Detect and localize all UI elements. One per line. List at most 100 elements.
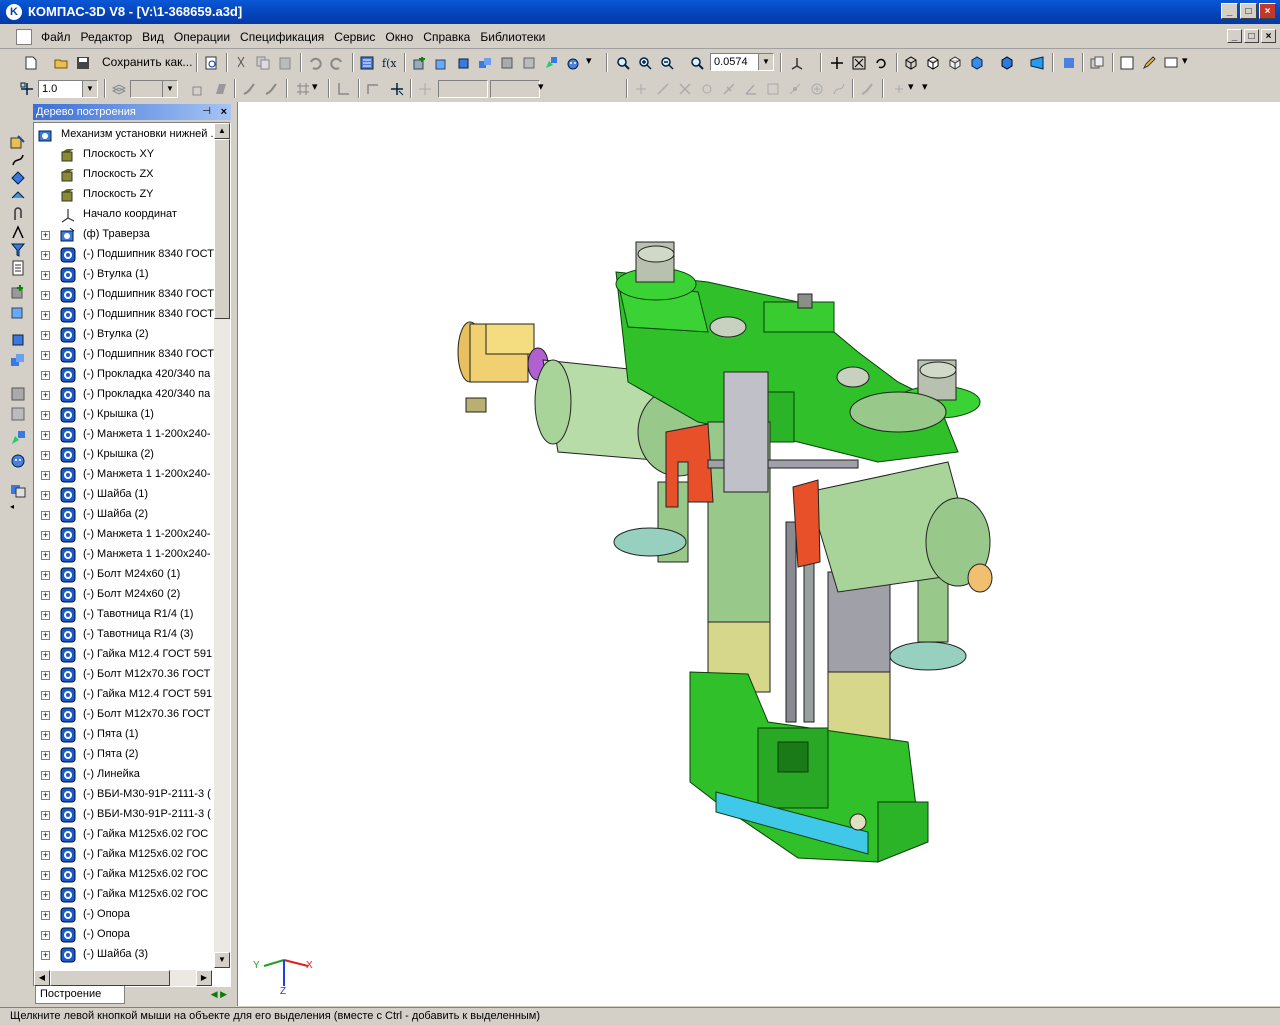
- tree-item[interactable]: + (-) Прокладка 420/340 па: [34, 385, 212, 405]
- save-disk-icon[interactable]: [74, 54, 92, 72]
- layer-icon[interactable]: [110, 80, 128, 98]
- tree-item[interactable]: + (-) Болт М12x70.36 ГОСТ: [34, 665, 212, 685]
- expand-plus-icon[interactable]: +: [41, 551, 50, 560]
- close-panel-icon[interactable]: ×: [221, 104, 227, 120]
- standard-product-icon[interactable]: [498, 54, 516, 72]
- snap-line-icon[interactable]: [654, 80, 672, 98]
- expand-plus-icon[interactable]: +: [41, 751, 50, 760]
- rotate-icon[interactable]: [872, 54, 890, 72]
- tree-item[interactable]: + (-) Крышка (2): [34, 445, 212, 465]
- shaded-view-icon[interactable]: [968, 54, 986, 72]
- mate-component-icon[interactable]: [10, 430, 26, 446]
- expand-plus-icon[interactable]: +: [41, 651, 50, 660]
- snap-normal-icon[interactable]: [720, 80, 738, 98]
- tree-item[interactable]: + (-) Пята (2): [34, 745, 212, 765]
- mate-icon[interactable]: [520, 54, 538, 72]
- zoom-scale-icon[interactable]: [688, 54, 706, 72]
- expand-plus-icon[interactable]: +: [41, 351, 50, 360]
- insert-component-icon[interactable]: [10, 304, 26, 320]
- tree-item[interactable]: + (-) Тавотница R1/4 (1): [34, 605, 212, 625]
- tree-item[interactable]: + (-) Болт М12x70.36 ГОСТ: [34, 705, 212, 725]
- tree-item[interactable]: + (-) Подшипник 8340 ГОСТ: [34, 245, 214, 265]
- menu-file[interactable]: Файл: [36, 30, 76, 44]
- expand-plus-icon[interactable]: +: [41, 531, 50, 540]
- tab-nav-arrows-icon[interactable]: ◀ ▶: [211, 989, 227, 1000]
- tree-item[interactable]: + (-) Прокладка 420/340 па: [34, 365, 212, 385]
- expand-plus-icon[interactable]: +: [41, 771, 50, 780]
- hide-components-icon[interactable]: [1060, 54, 1078, 72]
- edit-in-place-icon[interactable]: [542, 54, 560, 72]
- print-preview-icon[interactable]: [202, 54, 220, 72]
- compact-toolbar-scroll-icon[interactable]: ◂: [10, 502, 26, 518]
- hidden-lines-view-icon[interactable]: [924, 54, 942, 72]
- expand-plus-icon[interactable]: +: [41, 891, 50, 900]
- kompas-app-icon[interactable]: K: [6, 4, 22, 20]
- doc-close-button[interactable]: ×: [1261, 29, 1276, 43]
- open-folder-icon[interactable]: [52, 54, 70, 72]
- tree-item[interactable]: + (-) Гайка М125x6.02 ГОС: [34, 825, 212, 845]
- menu-operations[interactable]: Операции: [169, 30, 235, 44]
- shaded-edges-view-icon[interactable]: [998, 54, 1016, 72]
- move-component-icon[interactable]: [10, 386, 26, 402]
- expand-plus-icon[interactable]: +: [41, 371, 50, 380]
- expand-plus-icon[interactable]: +: [41, 631, 50, 640]
- tree-item[interactable]: + (-) Гайка М125x6.02 ГОС: [34, 845, 212, 865]
- orientation-icon[interactable]: [788, 54, 806, 72]
- expand-plus-icon[interactable]: +: [41, 791, 50, 800]
- scroll-thumb[interactable]: [214, 139, 230, 319]
- geometry-icon[interactable]: [10, 134, 26, 150]
- library-icon[interactable]: [10, 452, 26, 468]
- tree-item[interactable]: + (-) Линейка: [34, 765, 212, 785]
- array-ops-icon[interactable]: [10, 188, 26, 204]
- display-settings-icon[interactable]: [1162, 54, 1180, 72]
- expand-plus-icon[interactable]: +: [41, 471, 50, 480]
- menu-specification[interactable]: Спецификация: [235, 30, 329, 44]
- expand-plus-icon[interactable]: +: [41, 871, 50, 880]
- tab-build[interactable]: Построение: [35, 986, 125, 1004]
- tree-item[interactable]: + (ф) Траверза: [34, 225, 212, 245]
- copy-icon[interactable]: [254, 54, 272, 72]
- filter-icon[interactable]: [10, 242, 26, 258]
- tree-item[interactable]: + (-) Подшипник 8340 ГОСТ: [34, 285, 214, 305]
- display-dropdown-icon[interactable]: ▾: [1182, 54, 1200, 72]
- expand-plus-icon[interactable]: +: [41, 411, 50, 420]
- menu-window[interactable]: Окно: [380, 30, 418, 44]
- tree-item[interactable]: + (-) Болт М24x60 (1): [34, 565, 212, 585]
- undo-icon[interactable]: [306, 54, 324, 72]
- snap-settings-icon[interactable]: [858, 80, 876, 98]
- expand-plus-icon[interactable]: +: [41, 491, 50, 500]
- document-icon[interactable]: [16, 29, 32, 45]
- snap-more-icon[interactable]: [890, 80, 908, 98]
- tree-item[interactable]: + (-) Гайка М125x6.02 ГОС: [34, 865, 212, 885]
- step-field[interactable]: 1.0 ▼: [38, 80, 98, 98]
- part-create-icon[interactable]: [10, 332, 26, 348]
- tree-item[interactable]: + (-) Тавотница R1/4 (3): [34, 625, 212, 645]
- subassembly-create-icon[interactable]: [10, 352, 26, 368]
- wireframe-view-icon[interactable]: [902, 54, 920, 72]
- expand-plus-icon[interactable]: +: [41, 431, 50, 440]
- pin-icon[interactable]: ⊣: [202, 104, 211, 120]
- expand-plus-icon[interactable]: +: [41, 311, 50, 320]
- expand-plus-icon[interactable]: +: [41, 711, 50, 720]
- expand-plus-icon[interactable]: +: [41, 951, 50, 960]
- properties-icon[interactable]: [1088, 54, 1106, 72]
- scroll-right-icon[interactable]: ▶: [196, 970, 212, 986]
- edit-pencil-icon[interactable]: [1140, 54, 1158, 72]
- scroll-up-icon[interactable]: ▲: [214, 123, 230, 139]
- more-dropdown-icon[interactable]: ▾: [586, 54, 604, 72]
- snap-grid-icon[interactable]: [764, 80, 782, 98]
- zoom-in-icon[interactable]: [636, 54, 654, 72]
- tree-item[interactable]: Механизм установки нижней ...: [34, 125, 220, 145]
- new-document-icon[interactable]: [22, 54, 40, 72]
- tree-item[interactable]: + (-) Шайба (2): [34, 505, 212, 525]
- tree-item[interactable]: + (-) Подшипник 8340 ГОСТ: [34, 345, 214, 365]
- tree-item[interactable]: + (-) Манжета 1 1-200x240-: [34, 545, 212, 565]
- attach-icon[interactable]: [10, 206, 26, 222]
- expand-plus-icon[interactable]: +: [41, 731, 50, 740]
- tree-item[interactable]: + (-) Манжета 1 1-200x240-: [34, 525, 212, 545]
- menu-help[interactable]: Справка: [418, 30, 475, 44]
- chevron-down-icon[interactable]: ▼: [82, 81, 97, 97]
- tree-vertical-scrollbar[interactable]: ▲ ▼: [214, 123, 230, 968]
- doc-minimize-button[interactable]: _: [1227, 29, 1242, 43]
- tree-item[interactable]: + (-) Манжета 1 1-200x240-: [34, 465, 212, 485]
